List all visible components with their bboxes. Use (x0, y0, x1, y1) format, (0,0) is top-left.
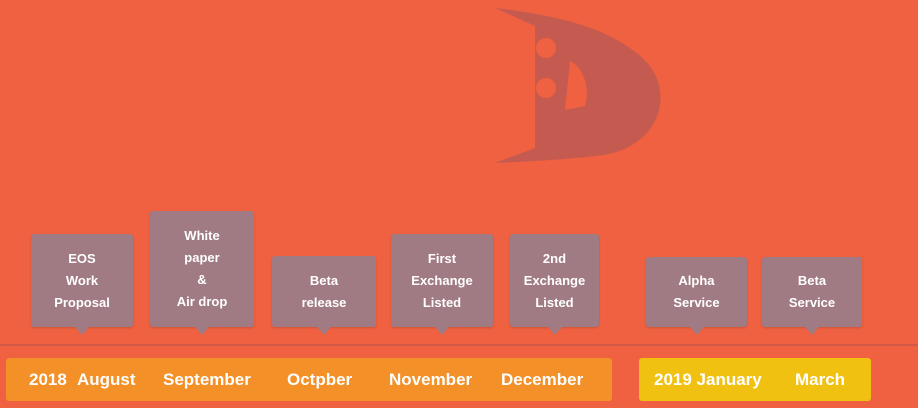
month-november-label: November (389, 370, 473, 389)
month-august-label: August (77, 370, 136, 389)
milestone-beta-release: Beta release (272, 256, 376, 335)
year-2018-label: 2018 (29, 370, 67, 389)
milestone-label: First Exchange Listed (411, 250, 473, 310)
month-september-label: September (163, 370, 251, 389)
milestone-second-exchange-listed: 2nd Exchange Listed (510, 234, 599, 335)
d-face-logo-icon (495, 8, 661, 163)
milestone-label: EOS Work Proposal (54, 250, 110, 310)
month-december-label: December (501, 370, 584, 389)
timeline-axis (0, 344, 918, 346)
year-2019-january-label: 2019 January (654, 370, 762, 389)
milestone-beta-service: Beta Service (762, 257, 862, 335)
milestone-first-exchange-listed: First Exchange Listed (391, 234, 493, 335)
milestone-label: White paper & Air drop (176, 228, 228, 309)
milestone-label: Beta Service (788, 273, 836, 310)
milestone-alpha-service: Alpha Service (646, 257, 747, 335)
month-october-label: Octpber (287, 370, 353, 389)
milestone-label: 2nd Exchange Listed (523, 250, 586, 310)
milestone-eos-work-proposal: EOS Work Proposal (31, 234, 133, 335)
month-march-label: March (795, 370, 846, 389)
milestone-label: Beta release (301, 272, 347, 310)
milestone-label: Alpha Service (673, 273, 720, 310)
milestone-white-paper-airdrop: White paper & Air drop (150, 211, 254, 335)
